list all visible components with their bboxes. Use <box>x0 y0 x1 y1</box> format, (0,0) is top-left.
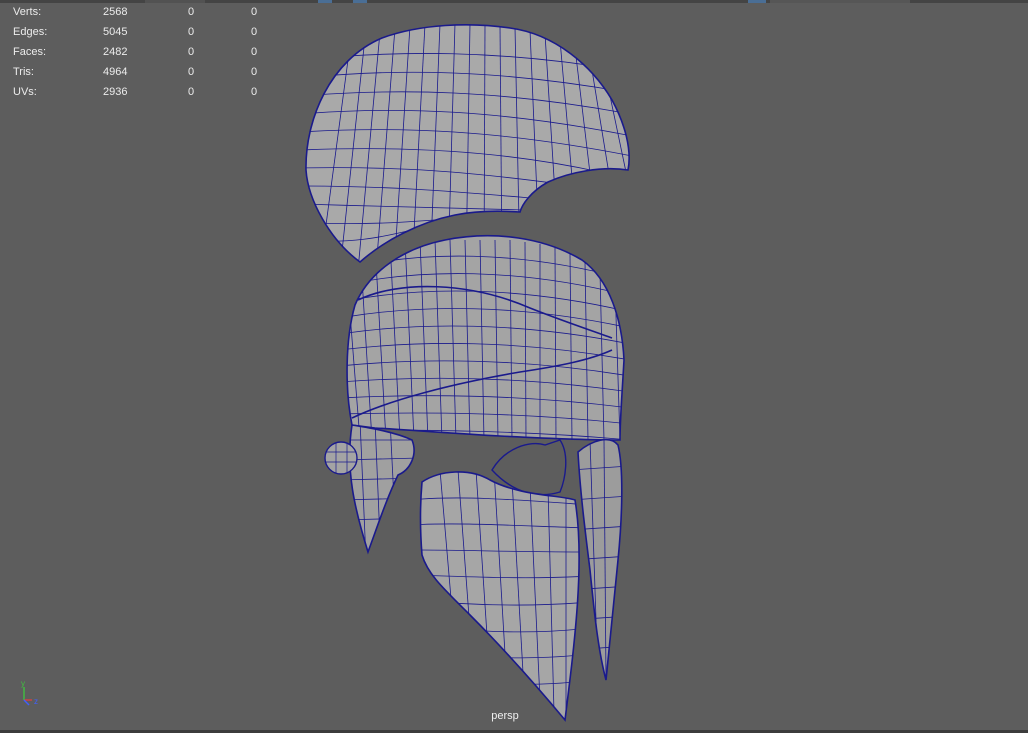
axis-gizmo: y z <box>16 680 46 710</box>
hud-value: 0 <box>188 86 195 98</box>
axis-y-label: y <box>21 679 25 688</box>
hud-value: 0 <box>251 86 258 98</box>
hud-label: Verts: <box>13 6 42 18</box>
hud-value: 2568 <box>103 6 128 18</box>
hud-row-edges: Edges: 5045 0 0 <box>0 25 280 45</box>
hud-label: UVs: <box>13 86 37 98</box>
hud-row-verts: Verts: 2568 0 0 <box>0 5 280 25</box>
hud-row-uvs: UVs: 2936 0 0 <box>0 85 280 105</box>
hud-value: 0 <box>188 6 195 18</box>
hud-value: 2936 <box>103 86 128 98</box>
hud-row-faces: Faces: 2482 0 0 <box>0 45 280 65</box>
hud-value: 4964 <box>103 66 128 78</box>
hud-value: 0 <box>188 66 195 78</box>
hud-value: 0 <box>251 26 258 38</box>
camera-label: persp <box>491 710 519 722</box>
helmet-mesh-icon[interactable] <box>0 0 1028 733</box>
hud-value: 0 <box>188 26 195 38</box>
hud-label: Edges: <box>13 26 48 38</box>
hud-value: 0 <box>251 66 258 78</box>
axis-z-label: z <box>34 697 38 706</box>
hud-value: 0 <box>251 46 258 58</box>
poly-count-hud: Verts: 2568 0 0 Edges: 5045 0 0 Faces: 2… <box>0 3 280 103</box>
hud-row-tris: Tris: 4964 0 0 <box>0 65 280 85</box>
hud-label: Tris: <box>13 66 34 78</box>
hud-value: 2482 <box>103 46 128 58</box>
hud-label: Faces: <box>13 46 47 58</box>
crest-knob <box>324 441 358 475</box>
hud-value: 0 <box>251 6 258 18</box>
hud-value: 5045 <box>103 26 128 38</box>
hud-value: 0 <box>188 46 195 58</box>
